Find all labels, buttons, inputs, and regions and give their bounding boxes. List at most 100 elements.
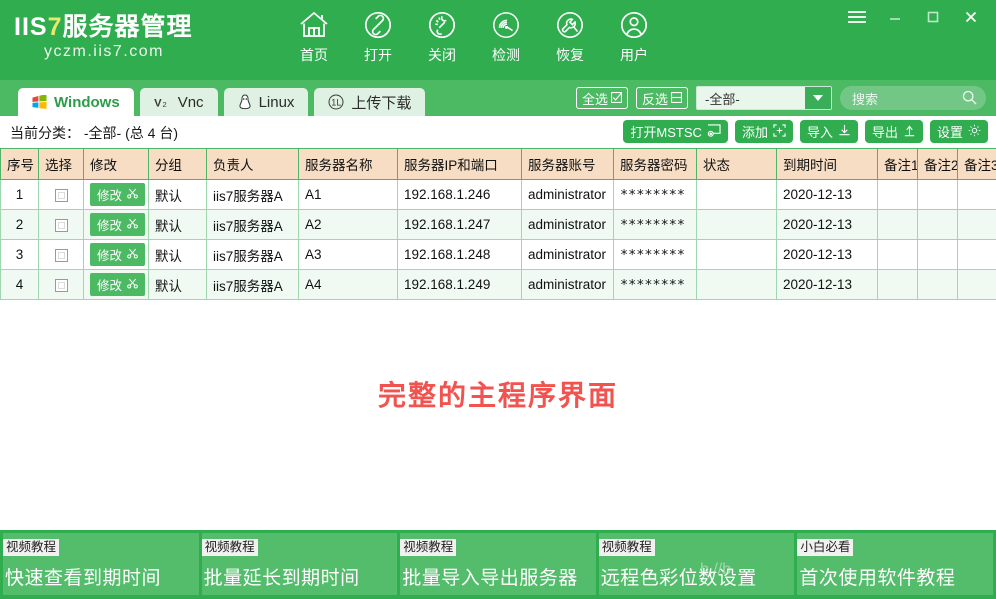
cell-select[interactable] xyxy=(38,179,84,210)
bottom-banner-bar: 视频教程 快速查看到期时间 视频教程 批量延长到期时间 视频教程 批量导入导出服… xyxy=(0,530,996,599)
cell-select[interactable] xyxy=(38,269,84,300)
row-checkbox[interactable] xyxy=(54,278,68,292)
nav-item-close[interactable]: 关闭 xyxy=(410,8,474,65)
nav-item-user[interactable]: 用户 xyxy=(602,8,666,65)
cell-group: 默认 xyxy=(148,209,207,240)
col-header-owner[interactable]: 负责人 xyxy=(206,148,299,180)
nav-label: 用户 xyxy=(620,47,648,63)
cell-edit[interactable]: 修改 xyxy=(83,239,149,270)
banner-extend-expiry[interactable]: 视频教程 批量延长到期时间 xyxy=(201,533,398,595)
tab-linux[interactable]: Linux xyxy=(223,88,309,116)
table-row[interactable]: 1 修改 默认 iis7服务器A A1 192.168.1.246 administrato… xyxy=(0,179,996,210)
tab-label: Windows xyxy=(54,93,120,111)
col-header-remark2[interactable]: 备注2 xyxy=(917,148,958,180)
checkbox-check-icon xyxy=(610,91,622,106)
minimize-button[interactable] xyxy=(876,1,914,33)
nav-item-detect[interactable]: 检测 xyxy=(474,8,538,65)
col-header-remark3[interactable]: 备注3 xyxy=(957,148,996,180)
cell-password: ******** xyxy=(613,269,697,300)
cell-index: 3 xyxy=(0,239,39,270)
import-label: 导入 xyxy=(806,125,833,140)
cell-edit[interactable]: 修改 xyxy=(83,179,149,210)
settings-button[interactable]: 设置 xyxy=(929,120,988,143)
cell-owner: iis7服务器A xyxy=(206,239,299,270)
svg-text:1L: 1L xyxy=(332,98,342,108)
scissors-icon xyxy=(127,218,138,232)
col-header-group[interactable]: 分组 xyxy=(148,148,207,180)
tab-strip: Windows V 2 Vnc Linux 1L 上传下载 全选 反选 -全部-… xyxy=(0,80,996,116)
col-header-password[interactable]: 服务器密码 xyxy=(613,148,697,180)
open-mstsc-button[interactable]: 打开MSTSC xyxy=(623,120,728,143)
col-header-servername[interactable]: 服务器名称 xyxy=(298,148,398,180)
close-button[interactable] xyxy=(952,1,990,33)
tab-windows[interactable]: Windows xyxy=(18,88,134,116)
banner-first-use-tutorial[interactable]: 小白必看 首次使用软件教程 xyxy=(797,533,993,595)
chevron-down-icon[interactable] xyxy=(805,87,831,109)
brand-logo: IIS7服务器管理 yczm.iis7.com xyxy=(14,12,254,62)
edit-row-button[interactable]: 修改 xyxy=(90,213,146,236)
nav-label: 恢复 xyxy=(556,47,584,63)
invert-select-button[interactable]: 反选 xyxy=(635,87,688,109)
action-button-group: 打开MSTSC 添加 导入 导出 设置 xyxy=(623,120,988,143)
search-input[interactable]: 搜索 xyxy=(840,86,986,110)
scissors-icon xyxy=(127,188,138,202)
nav-item-open[interactable]: 打开 xyxy=(346,8,410,65)
add-button[interactable]: 添加 xyxy=(734,120,793,143)
maximize-button[interactable] xyxy=(914,1,952,33)
col-header-ip-port[interactable]: 服务器IP和端口 xyxy=(397,148,522,180)
table-row[interactable]: 2 修改 默认 iis7服务器A A2 192.168.1.247 administrato… xyxy=(0,209,996,240)
tab-vnc[interactable]: V 2 Vnc xyxy=(139,88,218,116)
hamburger-menu-button[interactable] xyxy=(838,1,876,33)
cell-index: 1 xyxy=(0,179,39,210)
cell-status xyxy=(696,209,777,240)
cell-ip-port: 192.168.1.249 xyxy=(397,269,522,300)
cell-remark3 xyxy=(957,239,996,270)
col-header-select[interactable]: 选择 xyxy=(38,148,84,180)
row-checkbox[interactable] xyxy=(54,248,68,262)
nav-item-restore[interactable]: 恢复 xyxy=(538,8,602,65)
cell-password: ******** xyxy=(613,239,697,270)
col-header-index[interactable]: 序号 xyxy=(0,148,39,180)
cell-account: administrator xyxy=(521,239,614,270)
banner-view-expiry[interactable]: 视频教程 快速查看到期时间 xyxy=(3,533,199,595)
scissors-icon xyxy=(127,248,138,262)
nav-label: 打开 xyxy=(364,47,392,63)
tab-upload-download[interactable]: 1L 上传下载 xyxy=(314,88,426,116)
cell-select[interactable] xyxy=(38,209,84,240)
server-table: 序号 选择 修改 分组 负责人 服务器名称 服务器IP和端口 服务器账号 服务器… xyxy=(0,148,996,300)
col-header-edit[interactable]: 修改 xyxy=(83,148,149,180)
cell-remark3 xyxy=(957,269,996,300)
cell-select[interactable] xyxy=(38,239,84,270)
table-row[interactable]: 4 修改 默认 iis7服务器A A4 192.168.1.249 administrato… xyxy=(0,269,996,300)
cell-edit[interactable]: 修改 xyxy=(83,269,149,300)
banner-title: 批量延长到期时间 xyxy=(203,568,360,589)
import-button[interactable]: 导入 xyxy=(799,120,858,143)
col-header-status[interactable]: 状态 xyxy=(696,148,777,180)
tab-label: 上传下载 xyxy=(351,94,412,112)
banner-tag: 视频教程 xyxy=(3,539,60,556)
cell-remark1 xyxy=(877,209,918,240)
cell-remark2 xyxy=(917,269,958,300)
nav-item-home[interactable]: 首页 xyxy=(282,8,346,65)
cell-remark1 xyxy=(877,239,918,270)
col-header-expiry[interactable]: 到期时间 xyxy=(776,148,878,180)
banner-color-depth[interactable]: 视频教程 远程色彩位数设置 xyxy=(598,533,795,595)
export-button[interactable]: 导出 xyxy=(864,120,923,143)
row-checkbox[interactable] xyxy=(54,218,68,232)
col-header-account[interactable]: 服务器账号 xyxy=(521,148,614,180)
edit-row-button[interactable]: 修改 xyxy=(90,273,146,296)
sub-toolbar: 当前分类： -全部- (总 4 台) 打开MSTSC 添加 导入 导出 设置 xyxy=(0,116,996,148)
export-label: 导出 xyxy=(871,125,898,140)
table-row[interactable]: 3 修改 默认 iis7服务器A A3 192.168.1.248 administrato… xyxy=(0,239,996,270)
open-mstsc-label: 打开MSTSC xyxy=(630,125,702,140)
search-icon[interactable] xyxy=(962,90,977,110)
row-checkbox[interactable] xyxy=(54,188,68,202)
edit-row-button[interactable]: 修改 xyxy=(90,243,146,266)
select-all-button[interactable]: 全选 xyxy=(575,87,628,109)
category-select[interactable]: -全部- xyxy=(696,86,832,110)
banner-import-export[interactable]: 视频教程 批量导入导出服务器 xyxy=(400,533,596,595)
cell-edit[interactable]: 修改 xyxy=(83,209,149,240)
edit-row-button[interactable]: 修改 xyxy=(90,183,146,206)
col-header-remark1[interactable]: 备注1 xyxy=(877,148,918,180)
brand-prefix: IIS xyxy=(14,13,48,41)
